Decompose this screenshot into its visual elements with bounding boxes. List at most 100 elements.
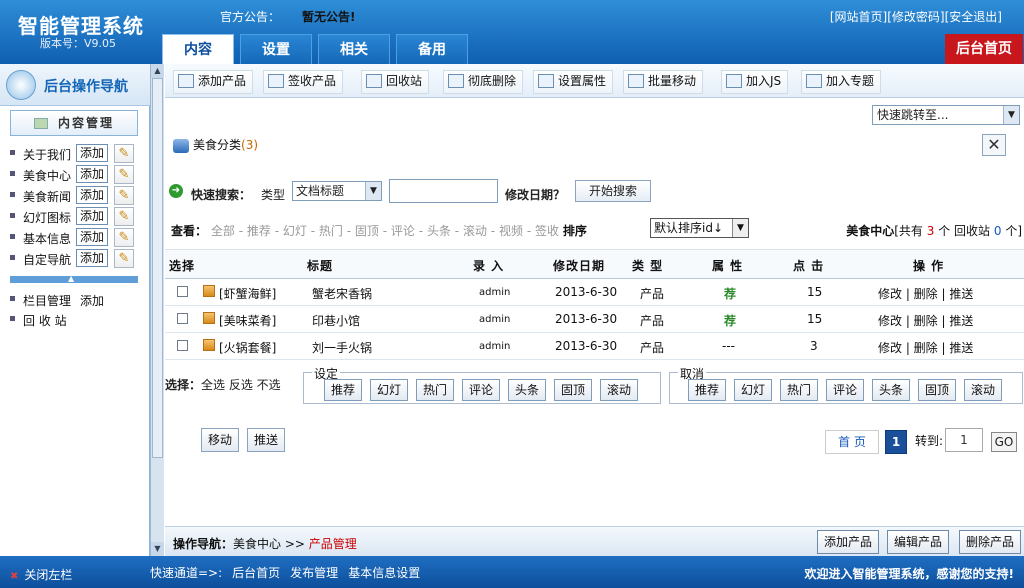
search-type-select[interactable]: 文档标题 ▼	[292, 181, 382, 201]
row-checkbox[interactable]	[177, 340, 188, 351]
sidebar-scrollbar[interactable]: ▲ ▼	[150, 64, 164, 556]
quick-link-admin-home[interactable]: 后台首页	[232, 566, 280, 580]
pencil-icon[interactable]: ✎	[114, 144, 134, 163]
filter-signed[interactable]: 签收	[535, 224, 559, 238]
pencil-icon[interactable]: ✎	[114, 186, 134, 205]
sidebar-item-label[interactable]: 美食中心	[23, 167, 71, 184]
sidebar-add-button[interactable]: 添加	[76, 249, 108, 267]
filter-scroll[interactable]: 滚动	[463, 224, 487, 238]
pencil-icon[interactable]: ✎	[114, 165, 134, 184]
cancel-headline-button[interactable]: 头条	[872, 379, 910, 401]
scroll-thumb[interactable]	[152, 78, 163, 458]
filter-headline[interactable]: 头条	[427, 224, 451, 238]
set-scroll-button[interactable]: 滚动	[600, 379, 638, 401]
filter-slides[interactable]: 幻灯	[283, 224, 307, 238]
sidebar-item-label[interactable]: 美食新闻	[23, 188, 71, 205]
goto-page-input[interactable]: 1	[945, 428, 983, 452]
set-comments-button[interactable]: 评论	[462, 379, 500, 401]
row-checkbox[interactable]	[177, 286, 188, 297]
scroll-up-icon[interactable]: ▲	[151, 64, 164, 78]
tab-spare[interactable]: 备用	[396, 34, 468, 64]
sidebar-item-label[interactable]: 基本信息	[23, 230, 71, 247]
add-product-button[interactable]: 添加产品	[173, 70, 254, 94]
sidebar-item-label[interactable]: 关于我们	[23, 146, 71, 163]
row-title[interactable]: 刘一手火锅	[312, 339, 372, 356]
row-title[interactable]: 印巷小馆	[312, 312, 360, 329]
delete-product-button[interactable]: 删除产品	[959, 530, 1021, 554]
cancel-pinned-button[interactable]: 固顶	[918, 379, 956, 401]
sidebar-add-button[interactable]: 添加	[76, 186, 108, 204]
close-icon[interactable]: ✕	[982, 134, 1006, 156]
close-left-panel[interactable]: ✖ 关闭左栏	[10, 566, 72, 583]
content-management-header[interactable]: 内容管理	[10, 110, 138, 136]
cancel-hot-button[interactable]: 热门	[780, 379, 818, 401]
filter-video[interactable]: 视频	[499, 224, 523, 238]
set-headline-button[interactable]: 头条	[508, 379, 546, 401]
cancel-slides-button[interactable]: 幻灯	[734, 379, 772, 401]
set-slides-button[interactable]: 幻灯	[370, 379, 408, 401]
tab-settings[interactable]: 设置	[240, 34, 312, 64]
cancel-comments-button[interactable]: 评论	[826, 379, 864, 401]
row-title[interactable]: 蟹老宋香锅	[312, 285, 372, 302]
sidebar-add-button[interactable]: 添加	[76, 165, 108, 183]
breadcrumb-parent[interactable]: 美食中心 >>	[233, 537, 309, 551]
pencil-icon[interactable]: ✎	[114, 228, 134, 247]
edit-product-button[interactable]: 编辑产品	[887, 530, 949, 554]
row-actions[interactable]: 修改 | 删除 | 推送	[878, 312, 973, 329]
quick-link-basic-settings[interactable]: 基本信息设置	[348, 566, 420, 580]
row-category[interactable]: [火锅套餐]	[219, 339, 276, 356]
tab-content[interactable]: 内容	[162, 34, 234, 64]
recycle-bin-button[interactable]: 回收站	[361, 70, 430, 94]
cancel-scroll-button[interactable]: 滚动	[964, 379, 1002, 401]
add-product-bottom-button[interactable]: 添加产品	[817, 530, 879, 554]
row-actions[interactable]: 修改 | 删除 | 推送	[878, 285, 973, 302]
set-pinned-button[interactable]: 固顶	[554, 379, 592, 401]
move-button[interactable]: 移动	[201, 428, 239, 452]
row-category[interactable]: [虾蟹海鲜]	[219, 285, 276, 302]
pencil-icon[interactable]: ✎	[114, 207, 134, 226]
link-change-password[interactable]: [修改密码]	[887, 10, 944, 24]
select-all-none-links[interactable]: 全选 反选 不选	[201, 378, 281, 392]
modified-date-label[interactable]: 修改日期？	[505, 186, 565, 203]
scroll-down-icon[interactable]: ▼	[151, 542, 164, 556]
current-page[interactable]: 1	[885, 430, 907, 454]
cancel-recommend-button[interactable]: 推荐	[688, 379, 726, 401]
sidebar-item-label[interactable]: 回 收 站	[23, 312, 67, 329]
filter-pinned[interactable]: 固顶	[355, 224, 379, 238]
link-logout[interactable]: [安全退出]	[945, 10, 1002, 24]
row-actions[interactable]: 修改 | 删除 | 推送	[878, 339, 973, 356]
link-site-home[interactable]: [网站首页]	[830, 10, 887, 24]
sidebar-add-button[interactable]: 添加	[76, 207, 108, 225]
quick-link-publish[interactable]: 发布管理	[290, 566, 338, 580]
sort-select[interactable]: 默认排序id↓ ▼	[650, 218, 749, 238]
sidebar-item-label[interactable]: 幻灯图标	[23, 209, 71, 226]
set-attributes-button[interactable]: 设置属性	[533, 70, 614, 94]
sidebar-add-button[interactable]: 添加	[76, 228, 108, 246]
quick-jump-select[interactable]: 快速跳转至... ▼	[872, 105, 1020, 125]
filter-all[interactable]: 全部	[211, 224, 235, 238]
sidebar-item-label[interactable]: 栏目管理	[23, 292, 71, 309]
chevron-up-icon[interactable]: ▲	[68, 275, 74, 283]
push-button[interactable]: 推送	[247, 428, 285, 452]
sidebar-item-label[interactable]: 自定导航	[23, 251, 71, 268]
add-to-topic-button[interactable]: 加入专题	[801, 70, 882, 94]
tab-related[interactable]: 相关	[318, 34, 390, 64]
pencil-icon[interactable]: ✎	[114, 249, 134, 268]
sidebar-add-button[interactable]: 添加	[76, 144, 108, 162]
add-to-js-button[interactable]: 加入JS	[721, 70, 789, 94]
set-recommend-button[interactable]: 推荐	[324, 379, 362, 401]
row-checkbox[interactable]	[177, 313, 188, 324]
filter-comments[interactable]: 评论	[391, 224, 415, 238]
go-button[interactable]: GO	[991, 432, 1017, 452]
filter-recommend[interactable]: 推荐	[247, 224, 271, 238]
first-page-button[interactable]: 首 页	[825, 430, 879, 454]
start-search-button[interactable]: 开始搜索	[575, 180, 651, 202]
row-category[interactable]: [美味菜肴]	[219, 312, 276, 329]
batch-move-button[interactable]: 批量移动	[623, 70, 704, 94]
set-hot-button[interactable]: 热门	[416, 379, 454, 401]
sidebar-add-link[interactable]: 添加	[80, 292, 104, 309]
sign-product-button[interactable]: 签收产品	[263, 70, 344, 94]
admin-home-button[interactable]: 后台首页	[945, 34, 1023, 64]
search-input[interactable]	[389, 179, 498, 203]
filter-hot[interactable]: 热门	[319, 224, 343, 238]
